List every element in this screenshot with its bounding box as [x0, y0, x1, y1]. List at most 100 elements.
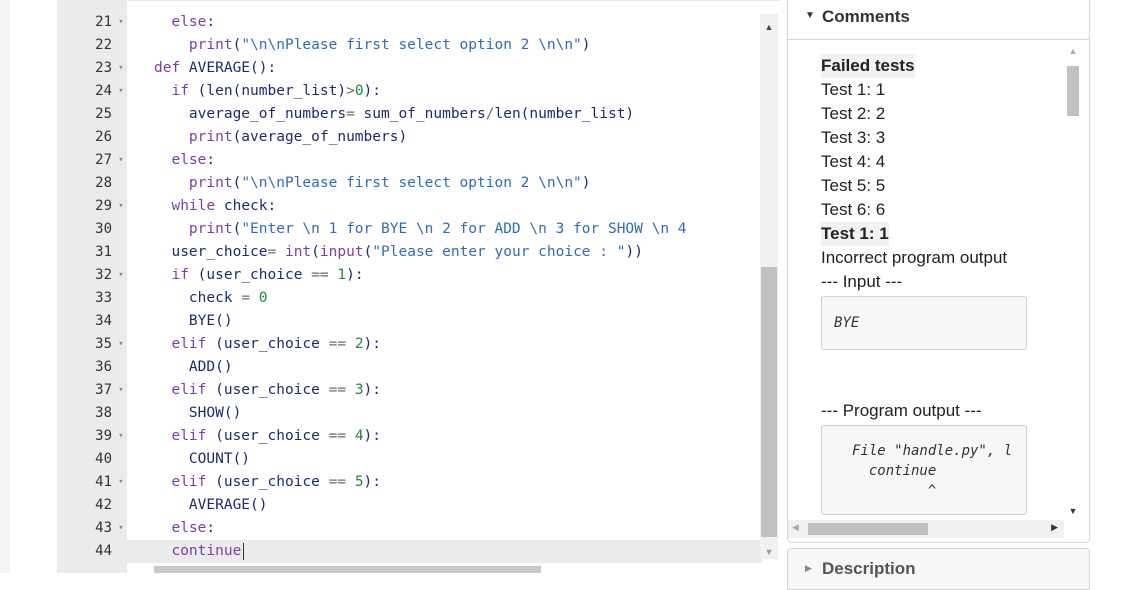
- scroll-down-arrow-icon[interactable]: ▼: [1064, 506, 1082, 516]
- code-line[interactable]: 21 ▾ else:: [57, 11, 762, 34]
- code-token: sum_of_numbers: [354, 106, 486, 122]
- code-token: else: [171, 152, 207, 168]
- code-line[interactable]: 33 check = 0: [57, 287, 762, 310]
- code-token: 1: [337, 267, 347, 283]
- fold-arrow-icon[interactable]: ▾: [116, 425, 126, 448]
- code-token: (user_choice: [206, 382, 329, 398]
- line-number: 42: [95, 497, 112, 513]
- code-line[interactable]: 40 COUNT(): [57, 448, 762, 471]
- editor-horizontal-scroll-thumb[interactable]: [154, 566, 541, 573]
- comments-vertical-scrollbar[interactable]: ▲ ▼: [1064, 40, 1082, 520]
- comments-title[interactable]: Comments: [822, 7, 910, 27]
- failed-test-item: Test 4: 4: [821, 152, 886, 171]
- editor-scroll-thumb[interactable]: [761, 267, 777, 537]
- code-line[interactable]: 35 ▾ elif (user_choice == 2):: [57, 333, 762, 356]
- code-token: if: [171, 267, 189, 283]
- description-panel[interactable]: ▶ Description: [787, 548, 1090, 590]
- expand-caret-icon[interactable]: ▶: [805, 563, 812, 574]
- line-number: 30: [95, 221, 112, 237]
- code-text: check = 0: [154, 287, 268, 310]
- fold-arrow-icon[interactable]: ▾: [116, 471, 126, 494]
- comments-horizontal-scrollbar[interactable]: ◀ ▶: [788, 520, 1064, 538]
- fold-arrow-icon[interactable]: ▾: [116, 379, 126, 402]
- comments-scroll-thumb[interactable]: [1067, 66, 1079, 116]
- code-line[interactable]: 24 ▾ if (len(number_list)>0):: [57, 80, 762, 103]
- fold-arrow-icon[interactable]: ▾: [116, 57, 126, 80]
- code-line[interactable]: 25 average_of_numbers= sum_of_numbers/le…: [57, 103, 762, 126]
- fold-arrow-icon[interactable]: ▾: [116, 149, 126, 172]
- code-line[interactable]: 32 ▾ if (user_choice == 1):: [57, 264, 762, 287]
- code-token: :: [206, 520, 216, 536]
- fold-arrow-icon[interactable]: ▾: [116, 195, 126, 218]
- code-line[interactable]: 26 print(average_of_numbers): [57, 126, 762, 149]
- code-line[interactable]: 41 ▾ elif (user_choice == 5):: [57, 471, 762, 494]
- line-number: 38: [95, 405, 112, 421]
- scroll-up-arrow-icon[interactable]: ▲: [760, 20, 778, 34]
- code-line[interactable]: 42 AVERAGE(): [57, 494, 762, 517]
- code-token: print: [188, 37, 233, 53]
- code-token: user_choice: [154, 244, 268, 260]
- fold-arrow-icon[interactable]: ▾: [116, 80, 126, 103]
- comments-header[interactable]: ▼ Comments: [788, 0, 1089, 40]
- code-token: check:: [215, 198, 277, 214]
- code-line[interactable]: 27 ▾ else:: [57, 149, 762, 172]
- code-token: int: [284, 244, 312, 260]
- code-token: ):: [346, 267, 364, 283]
- scroll-left-arrow-icon[interactable]: ◀: [792, 522, 799, 533]
- comments-hscroll-thumb[interactable]: [808, 523, 928, 535]
- description-title[interactable]: Description: [822, 559, 916, 579]
- line-number: 25: [95, 106, 112, 122]
- page-left-margin: [0, 0, 10, 573]
- fold-arrow-icon[interactable]: ▾: [116, 264, 126, 287]
- code-token: ADD(): [154, 359, 233, 375]
- code-line[interactable]: 39 ▾ elif (user_choice == 4):: [57, 425, 762, 448]
- fold-arrow-icon[interactable]: ▾: [116, 517, 126, 540]
- scroll-down-arrow-icon[interactable]: ▼: [760, 545, 778, 559]
- code-token: (len(number_list): [188, 83, 347, 99]
- fold-arrow-icon[interactable]: ▾: [116, 11, 126, 34]
- code-line[interactable]: 44 continue: [57, 540, 762, 563]
- scroll-up-arrow-icon[interactable]: ▲: [1064, 46, 1082, 56]
- code-line[interactable]: 23 ▾ def AVERAGE():: [57, 57, 762, 80]
- line-number: 21: [95, 14, 112, 30]
- code-text: else:: [154, 517, 215, 540]
- scroll-right-arrow-icon[interactable]: ▶: [1051, 522, 1058, 533]
- code-token: ):: [363, 83, 382, 99]
- text-cursor: [243, 542, 245, 560]
- code-text: elif (user_choice == 2):: [154, 333, 381, 356]
- failed-test-item: Test 5: 5: [821, 176, 886, 195]
- code-line[interactable]: 36 ADD(): [57, 356, 762, 379]
- code-line[interactable]: 34 BYE(): [57, 310, 762, 333]
- code-token: SHOW(): [154, 405, 242, 421]
- code-line[interactable]: 38 SHOW(): [57, 402, 762, 425]
- code-editor[interactable]: 21 ▾ else: 22 print("\n\nPlease first sele…: [57, 0, 781, 573]
- test-input-box: BYE: [821, 296, 1027, 350]
- code-area[interactable]: 21 ▾ else: 22 print("\n\nPlease first sele…: [57, 11, 762, 563]
- code-line[interactable]: 30 print("Enter \n 1 for BYE \n 2 for AD…: [57, 218, 762, 241]
- code-token: ): [581, 175, 591, 191]
- code-line[interactable]: 29 ▾ while check:: [57, 195, 762, 218]
- line-number: 29: [95, 198, 112, 214]
- code-text: elif (user_choice == 3):: [154, 379, 381, 402]
- code-line[interactable]: 37 ▾ elif (user_choice == 3):: [57, 379, 762, 402]
- code-token: print: [188, 129, 233, 145]
- code-line[interactable]: 22 print("\n\nPlease first select option…: [57, 34, 762, 57]
- code-line[interactable]: 43 ▾ else:: [57, 517, 762, 540]
- code-line[interactable]: 28 print("\n\nPlease first select option…: [57, 172, 762, 195]
- line-number: 37: [95, 382, 112, 398]
- code-token: else: [171, 520, 207, 536]
- editor-vertical-scrollbar[interactable]: ▲ ▼: [760, 14, 778, 559]
- collapse-caret-icon[interactable]: ▼: [805, 10, 815, 21]
- code-token: elif: [171, 474, 207, 490]
- code-token: (average_of_numbers): [232, 129, 408, 145]
- fold-arrow-icon[interactable]: ▾: [116, 333, 126, 356]
- code-line[interactable]: 31 user_choice= int(input("Please enter …: [57, 241, 762, 264]
- code-token: =: [241, 290, 251, 306]
- line-number: 27: [95, 152, 112, 168]
